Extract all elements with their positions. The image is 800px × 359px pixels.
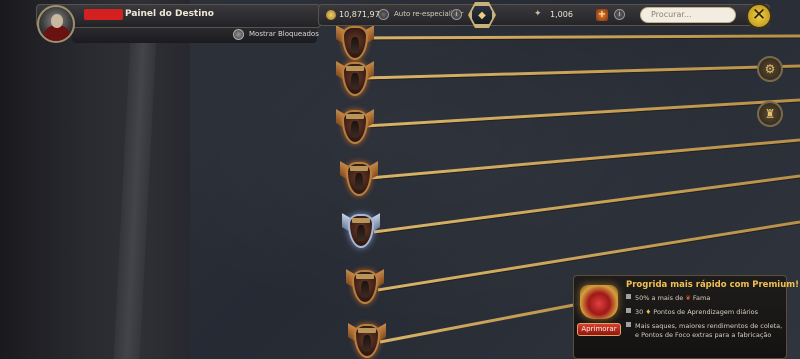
tree-line-3 xyxy=(365,98,800,128)
avatar[interactable] xyxy=(37,5,75,43)
search-input[interactable]: Procurar... xyxy=(640,7,736,23)
player-name-redacted xyxy=(84,9,123,20)
destiny-node-5[interactable] xyxy=(342,210,380,254)
premium-bullet-3: Mais saques, maiores rendimentos de cole… xyxy=(626,322,782,340)
tree-line-5 xyxy=(373,174,800,234)
page-title: Painel do Destino xyxy=(125,9,214,19)
show-locked-toggle[interactable] xyxy=(233,29,244,40)
add-fame-button[interactable]: + xyxy=(596,9,608,21)
learning-points-icon: ♦ xyxy=(645,308,652,316)
tree-line-4 xyxy=(369,138,800,180)
destiny-node-6[interactable] xyxy=(346,266,384,310)
info-icon[interactable]: i xyxy=(451,9,462,20)
tree-line-2 xyxy=(365,64,800,80)
premium-bullet-2: 30 ♦ Pontos de Aprendizagem diários xyxy=(626,308,758,317)
fame-icon: ❦ xyxy=(685,294,691,302)
silver-coin-icon xyxy=(326,10,336,20)
tree-line-7 xyxy=(379,298,601,344)
fame-amount: 1,006 xyxy=(550,10,573,19)
destiny-node-3[interactable] xyxy=(336,106,374,150)
tree-line-1 xyxy=(361,34,800,40)
close-icon[interactable]: ✕ xyxy=(746,3,772,29)
branch-armor-icon[interactable]: ♜ xyxy=(757,101,783,127)
premium-crown-icon xyxy=(580,285,618,319)
destiny-node-2[interactable] xyxy=(336,58,374,102)
info-icon-2[interactable]: i xyxy=(614,9,625,20)
premium-title: Progrida mais rápido com Premium! xyxy=(626,280,800,290)
show-locked-label: Mostrar Bloqueados xyxy=(249,30,319,38)
premium-bullet-1: 50% a mais de ❦ Fama xyxy=(626,294,710,303)
destiny-node-4[interactable] xyxy=(340,158,378,202)
upgrade-button[interactable]: Aprimorar xyxy=(577,323,621,336)
auto-respec-toggle[interactable] xyxy=(378,9,389,20)
destiny-node-7[interactable] xyxy=(348,320,386,359)
branch-category-icon[interactable]: ⚙ xyxy=(757,56,783,82)
fame-icon: ✦ xyxy=(534,9,542,19)
